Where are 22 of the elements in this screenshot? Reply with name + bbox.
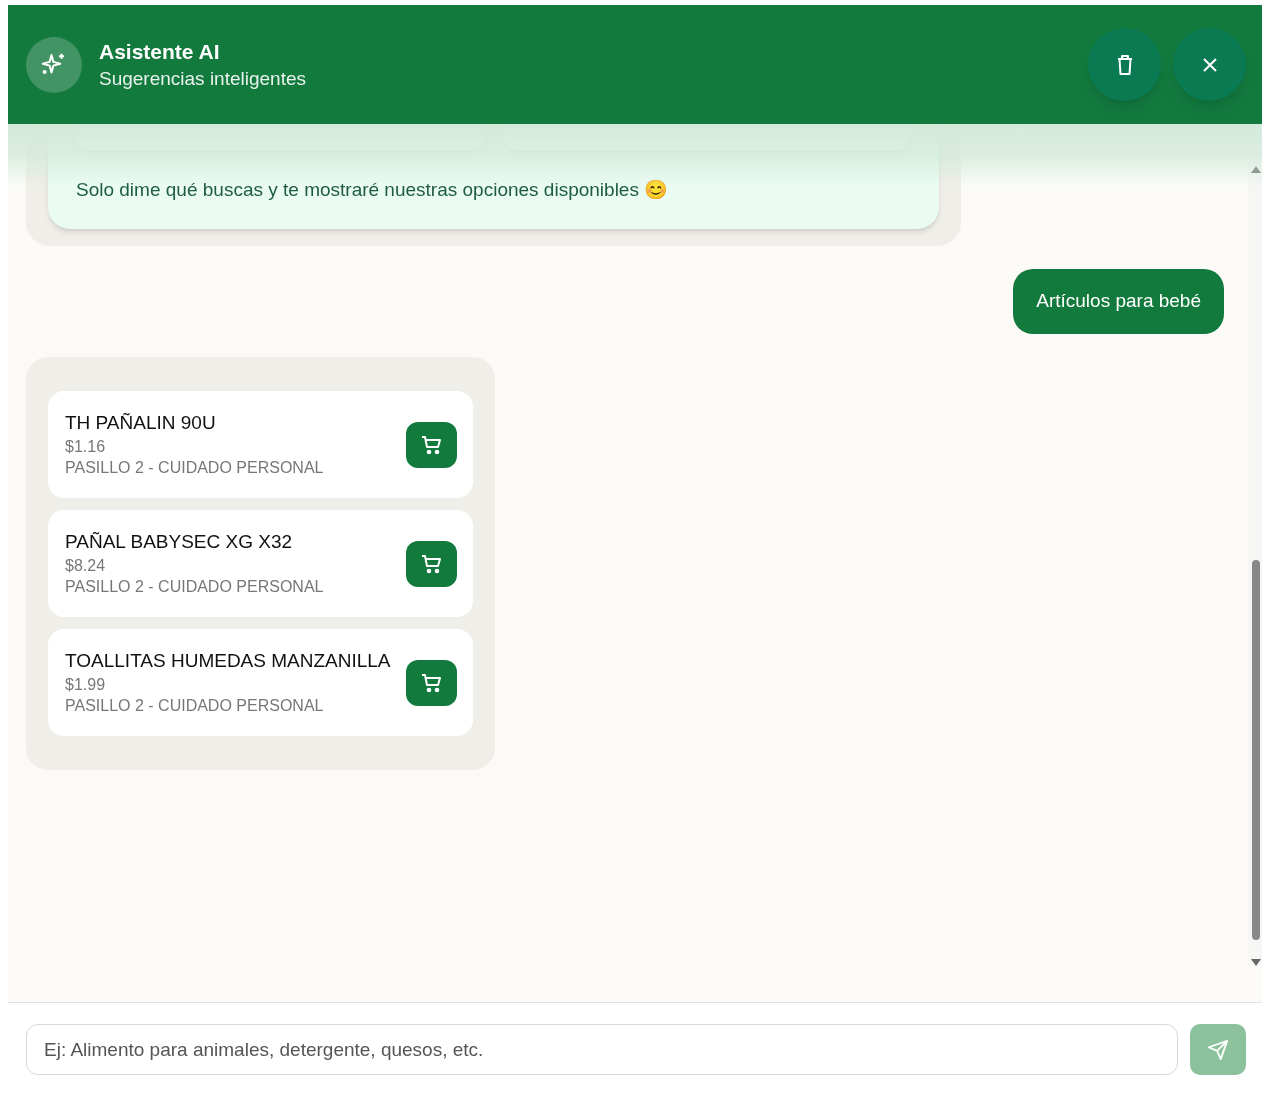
cart-icon [420, 672, 443, 693]
product-name: TH PAÑALIN 90U [65, 411, 217, 435]
add-to-cart-button[interactable] [406, 540, 457, 587]
user-message: Artículos para bebé [1013, 269, 1224, 334]
product-name: TOALLITAS HUMEDAS MANZANILLA [65, 649, 392, 673]
product-location: PASILLO 2 - CUIDADO PERSONAL [65, 696, 325, 716]
bot-message-text: Solo dime qué buscas y te mostraré nuestras opciones disponibles 😊 [76, 178, 670, 202]
header-title: Asistente AI [99, 38, 221, 65]
send-icon [1207, 1038, 1229, 1061]
product-price: $1.16 [65, 437, 107, 457]
cart-icon [420, 553, 443, 574]
product-location: PASILLO 2 - CUIDADO PERSONAL [65, 458, 325, 478]
message-input[interactable]: Ej: Alimento para animales, detergente, quesos, etc. [26, 1024, 1178, 1075]
product-price: $1.99 [65, 675, 107, 695]
cart-icon [420, 434, 443, 455]
header-subtitle: Sugerencias inteligentes [99, 66, 307, 91]
product-name: PAÑAL BABYSEC XG X32 [65, 530, 294, 554]
product-location: PASILLO 2 - CUIDADO PERSONAL [65, 577, 325, 597]
add-to-cart-button[interactable] [406, 421, 457, 468]
add-to-cart-button[interactable] [406, 659, 457, 706]
close-icon [1201, 56, 1218, 73]
product-price: $8.24 [65, 556, 107, 576]
